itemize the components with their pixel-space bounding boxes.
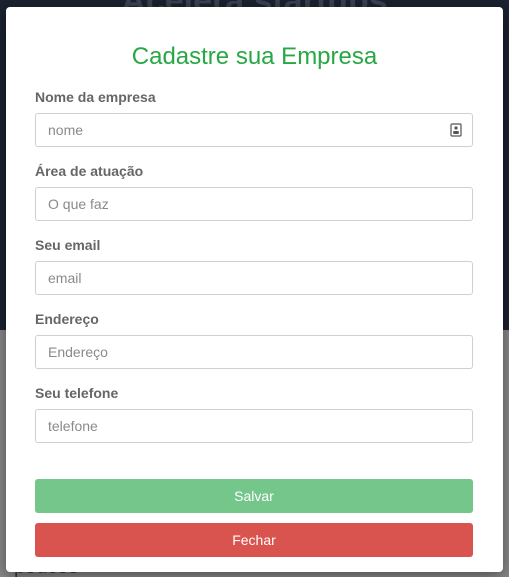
close-button[interactable]: Fechar xyxy=(35,523,473,557)
business-area-input[interactable] xyxy=(35,187,473,221)
modal-title: Cadastre sua Empresa xyxy=(131,43,378,70)
id-card-icon xyxy=(450,123,462,137)
company-name-input[interactable] xyxy=(35,113,473,147)
company-name-wrapper xyxy=(6,113,503,147)
email-input[interactable] xyxy=(35,261,473,295)
company-name-label: Nome da empresa xyxy=(35,89,156,105)
company-signup-modal: Cadastre sua Empresa Nome da empresa Áre… xyxy=(6,7,503,572)
save-button[interactable]: Salvar xyxy=(35,479,473,513)
address-label: Endereço xyxy=(35,311,99,327)
phone-input[interactable] xyxy=(35,409,473,443)
business-area-label: Área de atuação xyxy=(35,163,144,179)
phone-label: Seu telefone xyxy=(35,385,119,401)
address-input[interactable] xyxy=(35,335,473,369)
email-label: Seu email xyxy=(35,237,101,253)
